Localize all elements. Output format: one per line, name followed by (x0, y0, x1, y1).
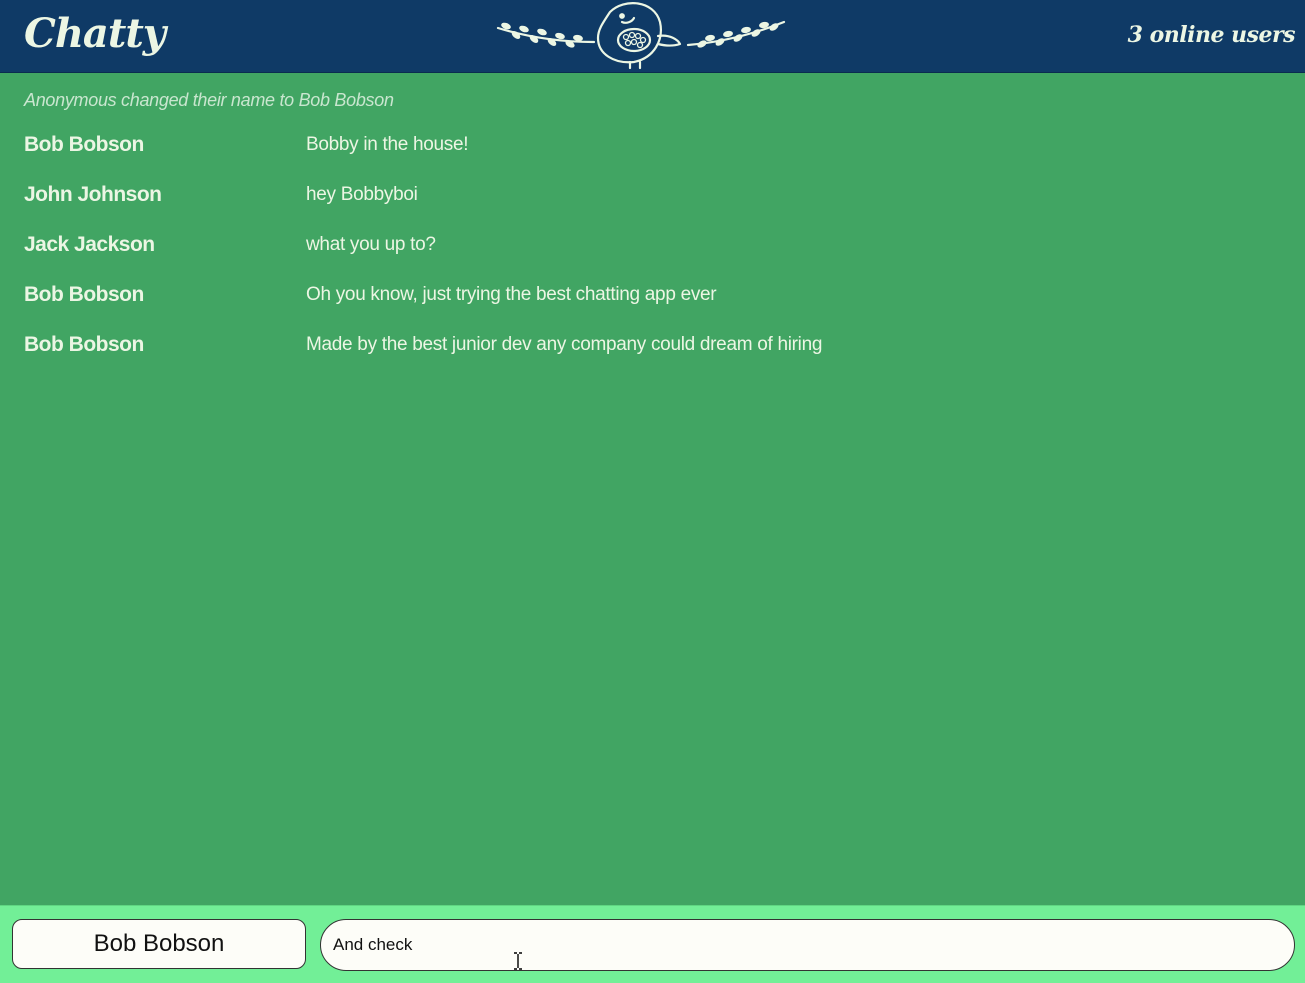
message-content: Made by the best junior dev any company … (306, 334, 823, 355)
message-content: what you up to? (306, 234, 436, 255)
bird-logo-icon (496, 2, 786, 70)
message-username: John Johnson (24, 183, 162, 206)
message-content: Oh you know, just trying the best chatti… (306, 284, 717, 305)
message-username: Jack Jackson (24, 233, 155, 256)
message-row: Bob Bobson Oh you know, just trying the … (0, 275, 1305, 315)
system-notification: Anonymous changed their name to Bob Bobs… (24, 90, 394, 110)
message-row: Bob Bobson Made by the best junior dev a… (0, 325, 1305, 365)
username-input[interactable] (12, 919, 306, 969)
online-users-count: 3 online users (1127, 22, 1296, 48)
message-row: Jack Jackson what you up to? (0, 225, 1305, 265)
app-title: Chatty (24, 10, 166, 57)
message-row: John Johnson hey Bobbyboi (0, 175, 1305, 215)
message-list: Anonymous changed their name to Bob Bobs… (0, 73, 1305, 905)
message-username: Bob Bobson (24, 283, 144, 306)
message-content: hey Bobbyboi (306, 184, 418, 205)
message-username: Bob Bobson (24, 333, 144, 356)
message-input[interactable] (320, 919, 1295, 971)
message-row: Bob Bobson Bobby in the house! (0, 125, 1305, 165)
text-cursor-icon (514, 952, 522, 970)
app-header: Chatty 3 online users (0, 0, 1305, 73)
chat-composer (0, 905, 1305, 983)
message-username: Bob Bobson (24, 133, 144, 156)
message-content: Bobby in the house! (306, 134, 469, 155)
